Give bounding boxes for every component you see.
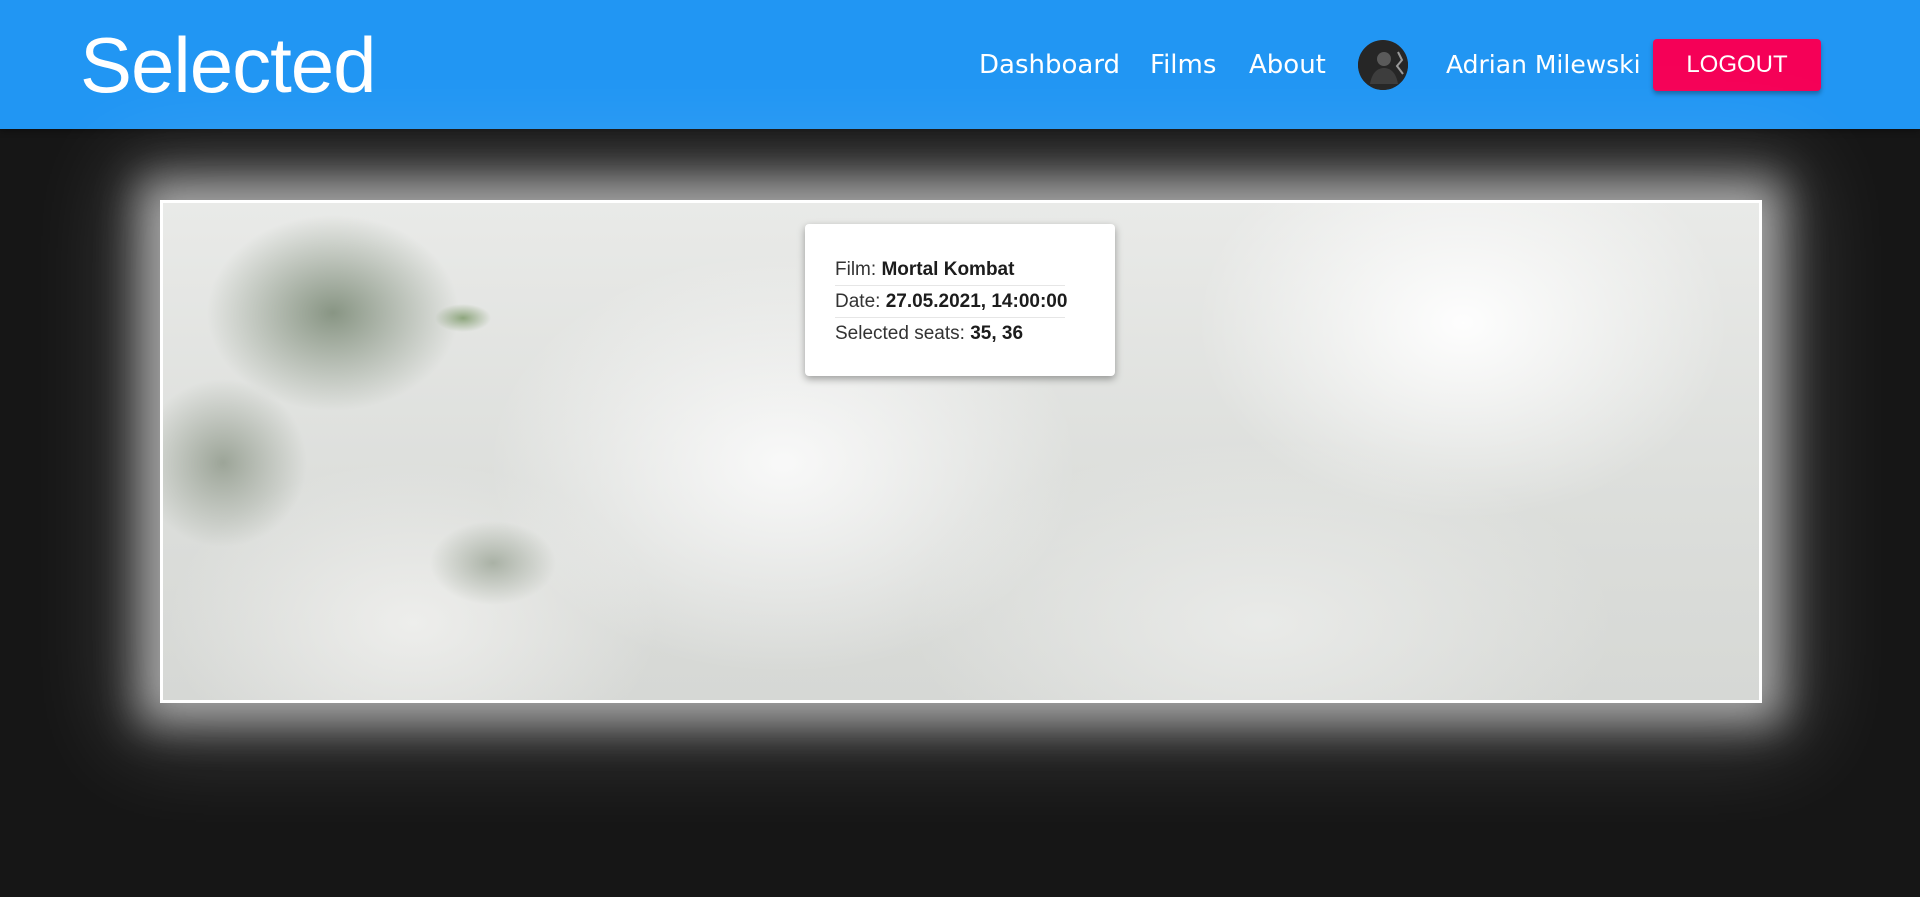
seats-value: 35, 36 — [970, 323, 1024, 344]
date-label: Date: — [835, 291, 881, 312]
nav-link-films[interactable]: Films — [1150, 48, 1216, 82]
film-row: Film: Mortal Kombat — [835, 254, 1065, 286]
logout-button[interactable]: LOGOUT — [1653, 39, 1821, 91]
seats-row: Selected seats: 35, 36 — [835, 318, 1115, 349]
date-row: Date: 27.05.2021, 14:00:00 — [835, 286, 1068, 318]
booking-summary-card: Film: Mortal Kombat Date: 27.05.2021, 14… — [805, 224, 1115, 376]
date-value: 27.05.2021, 14:00:00 — [885, 291, 1068, 312]
avatar-image — [1358, 40, 1408, 90]
page-title: Selected — [80, 21, 377, 109]
seats-label: Selected seats: — [835, 323, 965, 344]
nav-link-about[interactable]: About — [1249, 48, 1326, 82]
film-label: Film: — [835, 259, 877, 280]
user-name[interactable]: Adrian Milewski — [1446, 48, 1641, 82]
user-avatar-icon[interactable] — [1358, 40, 1408, 90]
top-navbar: Selected Dashboard Films About Adrian Mi… — [0, 0, 1920, 129]
film-value: Mortal Kombat — [881, 259, 1015, 280]
nav-link-dashboard[interactable]: Dashboard — [979, 48, 1120, 82]
